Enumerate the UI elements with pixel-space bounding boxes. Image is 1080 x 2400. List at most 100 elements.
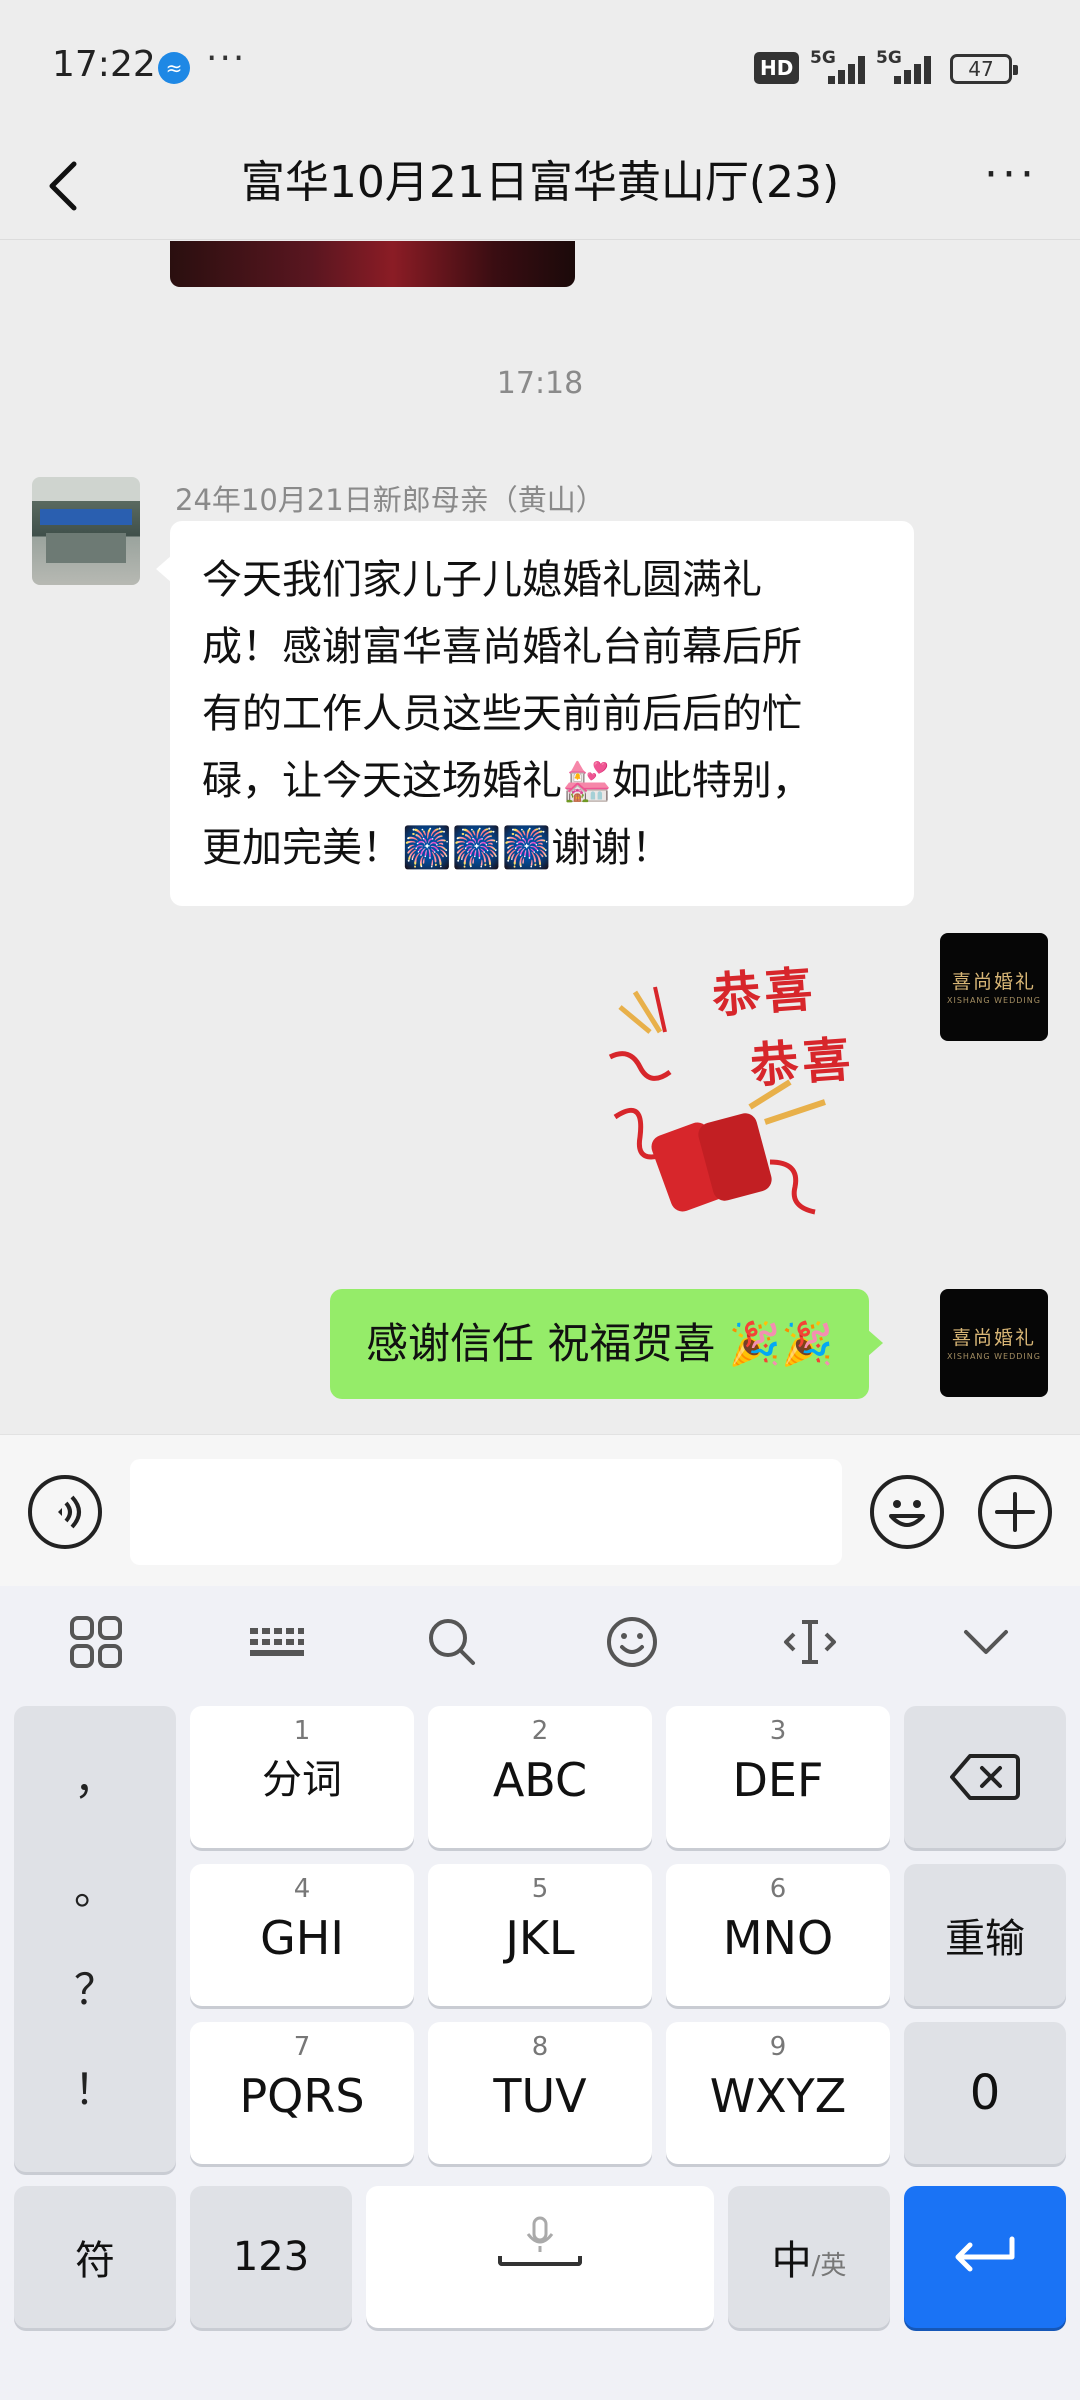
sender-avatar[interactable]	[32, 477, 140, 585]
cursor-icon[interactable]	[782, 1614, 838, 1670]
chat-title: 富华10月21日富华黄山厅(23)	[240, 157, 840, 208]
input-bar	[0, 1434, 1080, 1586]
retype-key[interactable]: 重输	[904, 1864, 1066, 2006]
key-9[interactable]: 9 WXYZ	[666, 2022, 890, 2164]
punct-question[interactable]: ？	[14, 1956, 176, 2017]
lang-alt: /英	[811, 2251, 847, 2281]
chat-more-button[interactable]: ···	[976, 153, 1046, 210]
key-label: JKL	[505, 1911, 575, 1965]
voice-icon	[58, 1495, 81, 1529]
key-label: MNO	[722, 1911, 834, 1965]
key-label: TUV	[493, 2069, 587, 2123]
signal-icon-1	[828, 54, 872, 84]
status-bar: 17:22 ≈ ··· HD 5G 5G 47	[0, 0, 1080, 130]
grid-menu-icon[interactable]	[68, 1614, 124, 1670]
search-icon[interactable]	[424, 1614, 480, 1670]
backspace-icon	[950, 1754, 1020, 1800]
smiley-icon	[889, 1500, 925, 1527]
key-number: 6	[769, 1874, 787, 1904]
punct-period[interactable]: 。	[14, 1856, 176, 1917]
my-avatar[interactable]: 喜尚婚礼 XISHANG WEDDING	[940, 1289, 1048, 1397]
chevron-left-icon	[49, 161, 77, 211]
key-number: 2	[531, 1716, 549, 1746]
key-label: 分词	[262, 1757, 342, 1803]
message-line: 有的工作人员这些天前前后后的忙	[202, 691, 802, 737]
punct-comma[interactable]: ，	[14, 1746, 176, 1807]
sticker-text-2: 恭喜	[748, 1031, 857, 1095]
key-number: 3	[769, 1716, 787, 1746]
incoming-message-bubble[interactable]: 今天我们家儿子儿媳婚礼圆满礼 成！感谢富华喜尚婚礼台前幕后所 有的工作人员这些天…	[156, 521, 914, 906]
enter-key[interactable]	[904, 2186, 1066, 2328]
my-avatar[interactable]: 喜尚婚礼 XISHANG WEDDING	[940, 933, 1048, 1041]
keyboard-toolbar	[0, 1586, 1080, 1698]
lang-main: 中	[771, 2238, 812, 2284]
symbols-key[interactable]: 符	[14, 2186, 176, 2328]
key-4[interactable]: 4 GHI	[190, 1864, 414, 2006]
plus-icon	[995, 1492, 1035, 1532]
message-line: 碌，让今天这场婚礼💒如此特别，	[202, 758, 812, 804]
message-timestamp: 17:18	[496, 366, 584, 401]
language-toggle-label: 中/英	[728, 2228, 890, 2286]
avatar-brand-en: XISHANG WEDDING	[947, 1352, 1041, 1361]
keyboard-switch-icon[interactable]	[246, 1614, 306, 1670]
key-3[interactable]: 3 DEF	[666, 1706, 890, 1848]
message-line: 今天我们家儿子儿媳婚礼圆满礼	[202, 557, 762, 603]
avatar-brand-en: XISHANG WEDDING	[947, 996, 1041, 1005]
zero-key[interactable]: 0	[904, 2022, 1066, 2164]
emoji-icon[interactable]	[604, 1614, 660, 1670]
key-8[interactable]: 8 TUV	[428, 2022, 652, 2164]
status-time: 17:22	[52, 44, 156, 85]
key-label: 0	[969, 2065, 1001, 2121]
punctuation-key[interactable]: ， 。 ？ ！	[14, 1706, 176, 2172]
hd-voice-icon: HD	[754, 52, 800, 84]
space-key[interactable]	[366, 2186, 714, 2328]
battery-icon: 47	[950, 54, 1018, 84]
more-functions-button[interactable]	[978, 1475, 1052, 1549]
key-label: DEF	[732, 1753, 824, 1807]
key-number: 5	[531, 1874, 549, 1904]
key-number: 9	[769, 2032, 787, 2062]
key-1[interactable]: 1 分词	[190, 1706, 414, 1848]
signal-icon-2	[894, 54, 938, 84]
back-button[interactable]	[40, 156, 90, 216]
congratulations-sticker[interactable]: 恭喜 恭喜	[600, 947, 890, 1237]
key-label: 重输	[945, 1916, 1025, 1962]
key-label: WXYZ	[709, 2069, 847, 2123]
avatar-brand: 喜尚婚礼	[951, 971, 1036, 993]
sender-name: 24年10月21日新郎母亲（黄山）	[175, 483, 605, 517]
chat-header: 富华10月21日富华黄山厅(23) ···	[0, 130, 1080, 240]
key-number: 4	[293, 1874, 311, 1904]
key-label: GHI	[260, 1911, 344, 1965]
message-input[interactable]	[130, 1459, 842, 1565]
microphone-icon	[526, 2216, 554, 2252]
key-label: 符	[75, 2238, 115, 2284]
punct-exclaim[interactable]: ！	[14, 2056, 176, 2117]
image-message-partial[interactable]	[170, 241, 575, 287]
keyboard: ， 。 ？ ！ 1 分词 2 ABC 3 DEF 4 GHI 5 JKL 6 MNO 重输 …	[0, 1586, 1080, 2400]
voice-input-button[interactable]	[28, 1475, 102, 1549]
key-label: ABC	[492, 1753, 588, 1807]
key-6[interactable]: 6 MNO	[666, 1864, 890, 2006]
message-line: 成！感谢富华喜尚婚礼台前幕后所	[202, 624, 802, 670]
numbers-key[interactable]: 123	[190, 2186, 352, 2328]
more-dots-icon: ···	[984, 149, 1038, 200]
key-number: 8	[531, 2032, 549, 2062]
avatar-brand: 喜尚婚礼	[951, 1327, 1036, 1349]
key-number: 7	[293, 2032, 311, 2062]
key-2[interactable]: 2 ABC	[428, 1706, 652, 1848]
space-icon	[498, 2256, 582, 2266]
key-7[interactable]: 7 PQRS	[190, 2022, 414, 2164]
enter-icon	[955, 2236, 1015, 2272]
sticker-text-1: 恭喜	[710, 961, 819, 1025]
message-list[interactable]: 17:18 24年10月21日新郎母亲（黄山） 今天我们家儿子儿媳婚礼圆满礼 成…	[0, 241, 1080, 1434]
chevron-down-icon[interactable]	[958, 1614, 1014, 1670]
emoji-button[interactable]	[870, 1475, 944, 1549]
language-toggle-key[interactable]: 中/英	[728, 2186, 890, 2328]
outgoing-message-bubble[interactable]: 感谢信任 祝福贺喜 🎉🎉	[330, 1289, 884, 1399]
more-notifications-icon: ···	[206, 38, 247, 79]
key-5[interactable]: 5 JKL	[428, 1864, 652, 2006]
backspace-key[interactable]	[904, 1706, 1066, 1848]
message-line: 更加完美！🎆🎆🎆谢谢！	[202, 825, 672, 871]
key-number: 1	[293, 1716, 311, 1746]
key-label: 123	[232, 2234, 310, 2280]
